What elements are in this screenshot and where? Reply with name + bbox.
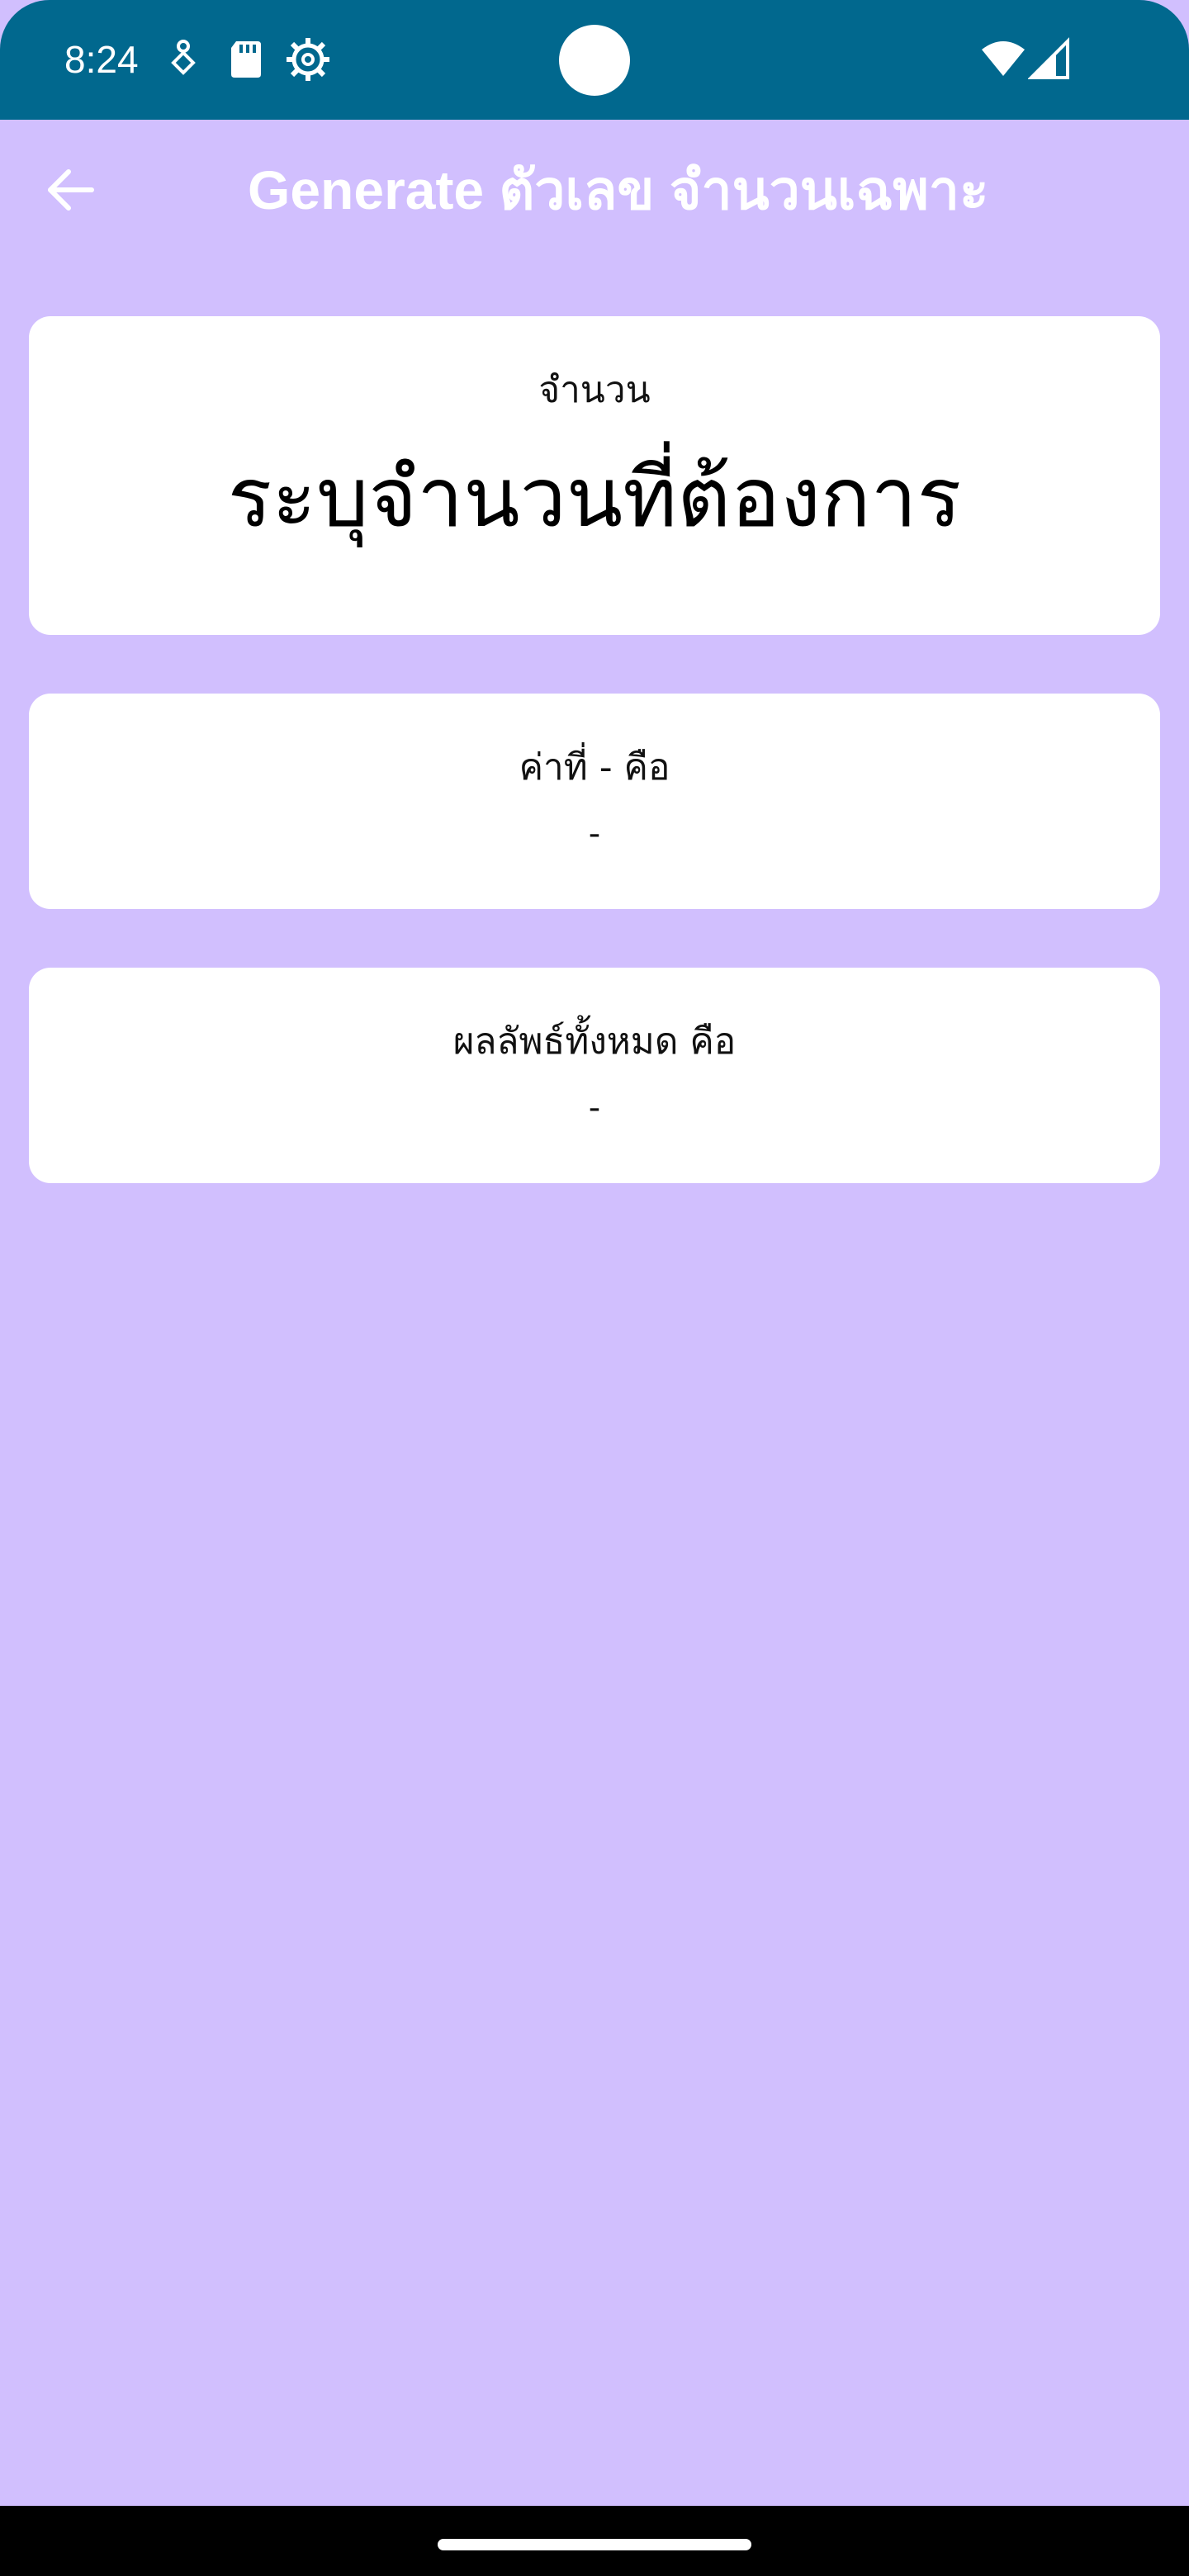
top-app-bar: Generate ตัวเลข จำนวนเฉพาะ [0,120,1189,260]
app-screen: 8:24 Generate ตัวเลข จำนวนเฉพาะ จำนวน ระ… [0,0,1189,2576]
all-results-label: ผลลัพธ์ทั้งหมด คือ [452,1020,737,1063]
all-results-card: ผลลัพธ์ทั้งหมด คือ - [29,968,1160,1183]
nth-value-result: - [588,815,601,853]
cellular-signal-icon [1027,35,1078,84]
navigation-bar [0,2506,1189,2576]
settings-gear-icon [283,35,333,84]
nth-value-label: ค่าที่ - คือ [519,746,670,788]
arrow-back-icon [48,169,94,211]
count-card: จำนวน ระบุจำนวนที่ต้องการ [29,316,1160,635]
count-label: จำนวน [538,369,651,411]
camera-cutout [559,25,630,96]
status-bar: 8:24 [0,0,1189,120]
page-title: Generate ตัวเลข จำนวนเฉพาะ [248,159,989,220]
home-indicator[interactable] [438,2539,751,2550]
back-button[interactable] [33,153,107,227]
status-time: 8:24 [64,38,139,81]
wifi-icon [978,35,1028,84]
count-input[interactable]: ระบุจำนวนที่ต้องการ [29,444,1160,552]
sd-card-icon [221,35,271,84]
accessibility-icon [159,35,208,84]
nth-value-card: ค่าที่ - คือ - [29,694,1160,909]
all-results-value: - [588,1089,601,1127]
